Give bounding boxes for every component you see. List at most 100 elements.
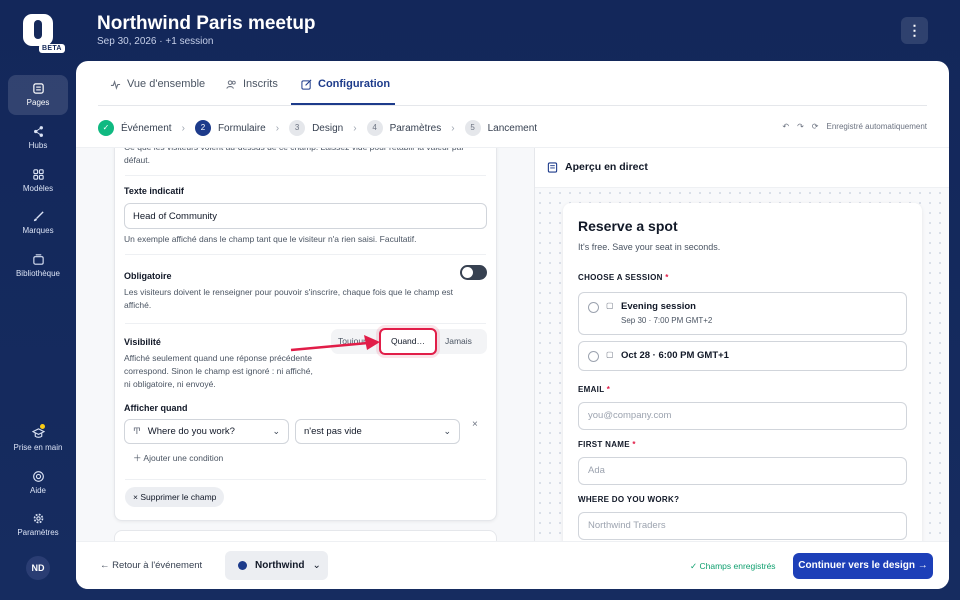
library-icon [32, 254, 44, 265]
tab-label: Inscrits [243, 78, 278, 90]
preview-title: Aperçu en direct [565, 161, 648, 173]
add-condition-button[interactable]: ＋ Ajouter une condition [133, 452, 223, 464]
brand-select[interactable]: Northwind ⌄ [225, 551, 328, 580]
form-icon [547, 162, 558, 173]
required-label: Obligatoire [124, 271, 172, 281]
divider [125, 323, 486, 324]
chevron-right-icon: › [275, 122, 280, 134]
footer-bar: ← Retour à l'événement Northwind ⌄ ✓ Cham… [76, 541, 949, 589]
radio-button[interactable] [588, 351, 599, 362]
step-launch[interactable]: 5 Lancement [464, 120, 538, 136]
undo-icon[interactable]: ↶ [782, 122, 789, 131]
sidebar-item-label: Modèles [22, 184, 54, 193]
work-field[interactable]: Northwind Traders [578, 512, 907, 540]
form-title: Reserve a spot [578, 218, 678, 234]
preview-form: Reserve a spot It's free. Save your seat… [563, 203, 922, 563]
sidebar-item-aide[interactable]: Aide [8, 463, 68, 503]
brand-name: Northwind [255, 560, 305, 571]
next-field-card[interactable] [114, 530, 497, 541]
step-number: 5 [464, 120, 481, 136]
sidebar-item-label: Pages [26, 98, 50, 107]
tab-configuration[interactable]: Configuration [301, 75, 390, 93]
delete-field-button[interactable]: × Supprimer le champ [125, 487, 225, 507]
share-icon [33, 126, 43, 137]
calendar-icon: ▢ [606, 350, 614, 359]
active-tab-indicator [291, 103, 395, 105]
saved-status: ✓ Champs enregistrés [690, 561, 776, 572]
placeholder-label: Texte indicatif [124, 186, 184, 196]
sidebar-item-label: Hubs [28, 141, 48, 150]
session-detail: Sep 30 · 7:00 PM GMT+2 [621, 316, 713, 325]
sidebar-item-parametres[interactable]: Paramètres [8, 505, 68, 545]
live-preview-panel: Aperçu en direct Reserve a spot It's fre… [534, 148, 949, 563]
annotation-arrow-icon [290, 335, 380, 352]
email-field[interactable]: you@company.com [578, 402, 907, 430]
avatar[interactable]: ND [26, 556, 50, 580]
sidebar-item-pages[interactable]: Pages [8, 75, 68, 115]
placeholder-input[interactable]: Head of Community [124, 203, 487, 229]
radio-button[interactable] [588, 302, 599, 313]
sidebar-item-marques[interactable]: Marques [8, 203, 68, 243]
session-option[interactable]: ▢ Evening session Sep 30 · 7:00 PM GMT+2 [578, 292, 907, 335]
pages-icon [32, 83, 44, 94]
chevron-down-icon: ⌄ [312, 560, 321, 571]
session-label: CHOOSE A SESSION * [578, 273, 669, 282]
step-settings[interactable]: 4 Paramètres [366, 120, 441, 136]
stepper: ✓ Événement › 2 Formulaire › 3 Design › 4 Pa… [98, 118, 927, 138]
gear-icon [33, 513, 43, 524]
help-icon [32, 471, 44, 482]
sidebar-item-modeles[interactable]: Modèles [8, 161, 68, 201]
sidebar-item-label: Prise en main [13, 443, 63, 452]
add-condition-label: Ajouter une condition [143, 453, 224, 463]
tab-overview[interactable]: Vue d'ensemble [110, 75, 205, 93]
visibility-label: Visibilité [124, 337, 161, 347]
chevron-right-icon: › [181, 122, 185, 134]
arrow-left-icon: ← [100, 560, 113, 571]
label-help-text: Ce que les visiteurs voient au-dessus de… [124, 148, 464, 165]
divider [125, 254, 486, 255]
page-subtitle: Sep 30, 2026 · +1 session [97, 36, 214, 47]
visibility-help: Affiché seulement quand une réponse préc… [124, 353, 313, 389]
condition-operator-select[interactable]: n'est pas vide ⌄ [295, 419, 460, 444]
redo-icon[interactable]: ↷ [797, 122, 804, 131]
tab-attendees[interactable]: Inscrits [226, 75, 278, 93]
first-name-label: FIRST NAME * [578, 440, 636, 449]
step-form[interactable]: 2 Formulaire [194, 120, 266, 136]
sidebar-item-bibliotheque[interactable]: Bibliothèque [8, 246, 68, 286]
edit-icon [301, 79, 312, 90]
remove-condition-icon[interactable]: × [472, 419, 478, 430]
sidebar-item-label: Marques [22, 226, 54, 235]
more-menu-button[interactable]: ⋮ [901, 17, 928, 44]
placeholder-help: Un exemple affiché dans le champ tant qu… [124, 234, 417, 244]
back-button[interactable]: ← Retour à l'événement [100, 560, 202, 571]
step-number: 2 [194, 120, 211, 136]
divider [125, 479, 486, 480]
tab-label: Configuration [318, 78, 391, 90]
step-label: Design [312, 122, 344, 134]
sidebar-item-hubs[interactable]: Hubs [8, 118, 68, 158]
preview-header: Aperçu en direct [535, 148, 949, 188]
step-label: Formulaire [217, 122, 266, 134]
sidebar-item-prise-en-main[interactable]: Prise en main [8, 420, 68, 460]
condition-field-select[interactable]: Ͳ Where do you work? ⌄ [124, 419, 289, 444]
step-design[interactable]: 3 Design [289, 120, 343, 136]
step-event[interactable]: ✓ Événement [98, 120, 172, 136]
back-label: Retour à l'événement [112, 560, 203, 571]
session-name: Evening session [621, 301, 696, 312]
step-label: Lancement [487, 122, 538, 134]
text-type-icon: Ͳ [133, 426, 141, 436]
session-name: Oct 28 · 6:00 PM GMT+1 [621, 350, 729, 361]
continue-button[interactable]: Continuer vers le design → [793, 553, 933, 579]
pulse-icon [110, 79, 121, 90]
beta-badge: BETA [39, 44, 65, 53]
work-label: WHERE DO YOU WORK? [578, 495, 680, 504]
autosave-status: ↶ ↷ ⟳ Enregistré automatiquement [782, 122, 927, 131]
app-logo [23, 14, 53, 46]
users-icon [226, 79, 236, 89]
first-name-field[interactable]: Ada [578, 457, 907, 485]
required-toggle[interactable] [460, 265, 487, 280]
visibility-never-option[interactable]: Jamais [445, 336, 472, 346]
session-option[interactable]: ▢ Oct 28 · 6:00 PM GMT+1 [578, 341, 907, 371]
grid-icon [32, 169, 44, 180]
delete-field-label: Supprimer le champ [140, 492, 217, 502]
